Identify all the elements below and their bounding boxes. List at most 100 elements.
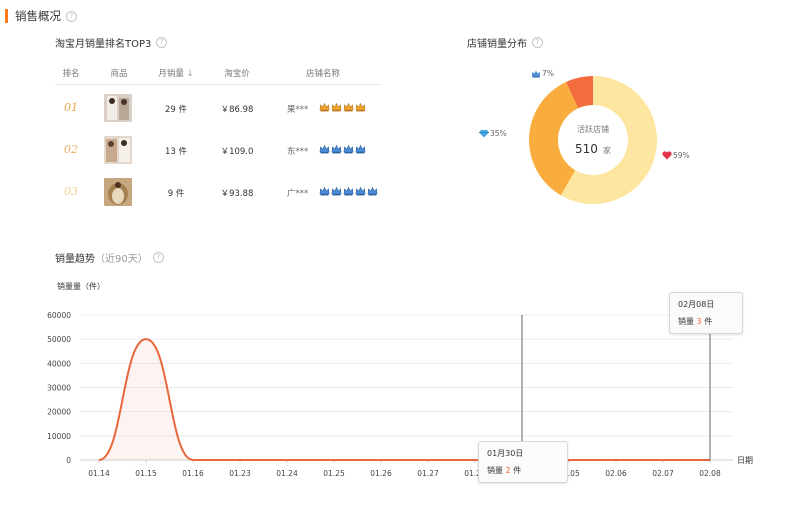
crown-icon xyxy=(367,186,378,196)
trend-title-row: 销量趋势 （近90天） ? xyxy=(55,250,164,265)
monthly-sales: 29 件 xyxy=(164,105,188,115)
crown-icon xyxy=(355,186,366,196)
crown-icon xyxy=(319,102,330,112)
header-shop: 店铺名称 xyxy=(305,69,340,79)
distribution-title: 店铺销量分布 xyxy=(467,39,527,50)
product-thumbnail[interactable] xyxy=(104,178,132,206)
shop-name[interactable]: 东*** xyxy=(287,145,317,157)
monthly-sales: 9 件 xyxy=(167,189,185,199)
product-thumbnail[interactable] xyxy=(104,94,132,122)
legend-label: 7% xyxy=(542,69,554,78)
sort-arrow-icon[interactable]: ↓ xyxy=(187,69,194,79)
help-icon[interactable]: ? xyxy=(66,10,77,22)
legend-label: 59% xyxy=(673,151,690,160)
x-tick-label: 01.24 xyxy=(276,469,298,478)
trend-title: 销量趋势 xyxy=(55,254,95,265)
series-line xyxy=(98,338,711,462)
legend-crown: 7% xyxy=(531,69,554,78)
y-tick-label: 20000 xyxy=(47,408,71,417)
crown-icon xyxy=(319,186,330,196)
donut-center-value-row: 510 家 xyxy=(525,138,661,157)
series-area xyxy=(99,339,710,460)
crown-icon xyxy=(331,144,342,154)
y-tick-label: 0 xyxy=(66,456,71,465)
price: ￥109.0 xyxy=(220,147,254,157)
top3-title: 淘宝月销量排名TOP3 xyxy=(55,39,152,50)
heart-icon xyxy=(662,151,672,160)
tooltip-value-row: 销量 2 件 xyxy=(487,465,559,476)
tooltip-date: 01月30日 xyxy=(487,449,524,458)
x-tick-label: 01.27 xyxy=(417,469,439,478)
help-icon[interactable]: ? xyxy=(156,37,168,48)
legend-heart: 59% xyxy=(662,151,690,160)
tooltip-value: 3 xyxy=(696,317,702,326)
shop-name[interactable]: 果*** xyxy=(287,103,317,115)
header-price: 淘宝价 xyxy=(224,69,250,79)
shop-level-badges xyxy=(319,102,366,112)
header-sales-sortable[interactable]: 月销量 ↓ xyxy=(153,67,199,79)
legend-label: 35% xyxy=(490,129,507,138)
section-header: 销售概况 ? xyxy=(0,7,77,25)
x-tick-label: 01.15 xyxy=(135,469,157,478)
shop-name[interactable]: 广*** xyxy=(287,187,317,199)
tooltip-date: 02月08日 xyxy=(678,300,715,309)
price: ￥86.98 xyxy=(220,105,254,115)
crown-icon xyxy=(331,186,342,196)
top3-title-row: 淘宝月销量排名TOP3 ? xyxy=(55,35,168,50)
donut-center-value: 510 xyxy=(575,142,598,156)
y-tick-label: 40000 xyxy=(47,359,71,368)
x-tick-label: 01.26 xyxy=(370,469,392,478)
tooltip-value-row: 销量 3 件 xyxy=(678,316,734,327)
crown-icon xyxy=(531,70,541,78)
rank-number: 02 xyxy=(64,143,78,156)
x-axis-title: 日期 xyxy=(737,456,753,465)
donut-center-label: 活跃店铺 xyxy=(577,125,609,134)
x-tick-label: 02.06 xyxy=(605,469,627,478)
tooltip-label: 销量 xyxy=(487,466,503,475)
section-title: 销售概况 xyxy=(15,9,61,23)
monthly-sales: 13 件 xyxy=(164,147,188,157)
tooltip-unit: 件 xyxy=(513,466,522,475)
crown-icon xyxy=(331,102,342,112)
distribution-donut: 活跃店铺 510 家 xyxy=(525,72,661,208)
crown-icon xyxy=(343,102,354,112)
accent-bar xyxy=(5,9,8,23)
chart-tooltip: 02月08日 销量 3 件 xyxy=(669,292,743,334)
chart-tooltip: 01月30日 销量 2 件 xyxy=(478,441,568,483)
crown-icon xyxy=(355,102,366,112)
header-rank: 排名 xyxy=(62,69,80,79)
crown-icon xyxy=(343,144,354,154)
table-row[interactable]: 02 13 件 ￥109.0 东*** xyxy=(55,132,385,168)
trend-subtitle: （近90天） xyxy=(95,254,148,265)
price: ￥93.88 xyxy=(220,189,254,199)
rank-number: 03 xyxy=(64,185,78,198)
header-sales: 月销量 xyxy=(158,69,184,79)
x-tick-label: 01.25 xyxy=(323,469,345,478)
help-icon[interactable]: ? xyxy=(152,252,164,263)
x-tick-label: 01.16 xyxy=(182,469,204,478)
y-axis-title: 销量量（件） xyxy=(57,282,105,291)
header-product: 商品 xyxy=(110,69,128,79)
y-tick-label: 60000 xyxy=(47,311,71,320)
table-header: 排名 商品 月销量 ↓ 淘宝价 店铺名称 xyxy=(55,62,380,85)
x-tick-label: 02.08 xyxy=(699,469,721,478)
donut-center-unit: 家 xyxy=(603,146,611,155)
crown-icon xyxy=(355,144,366,154)
y-tick-label: 50000 xyxy=(47,335,71,344)
x-tick-label: 01.14 xyxy=(88,469,110,478)
tooltip-label: 销量 xyxy=(678,317,694,326)
tooltip-value: 2 xyxy=(505,466,511,475)
legend-diamond: 35% xyxy=(479,129,507,138)
x-tick-label: 02.07 xyxy=(652,469,674,478)
crown-icon xyxy=(343,186,354,196)
help-icon[interactable]: ? xyxy=(532,37,543,48)
shop-level-badges xyxy=(319,144,366,154)
table-row[interactable]: 03 9 件 ￥93.88 广*** xyxy=(55,174,385,210)
shop-level-badges xyxy=(319,186,378,196)
crown-icon xyxy=(319,144,330,154)
y-tick-label: 30000 xyxy=(47,384,71,393)
tooltip-unit: 件 xyxy=(704,317,713,326)
distribution-title-row: 店铺销量分布 ? xyxy=(467,35,543,50)
table-row[interactable]: 01 29 件 ￥86.98 果*** xyxy=(55,90,385,126)
product-thumbnail[interactable] xyxy=(104,136,132,164)
